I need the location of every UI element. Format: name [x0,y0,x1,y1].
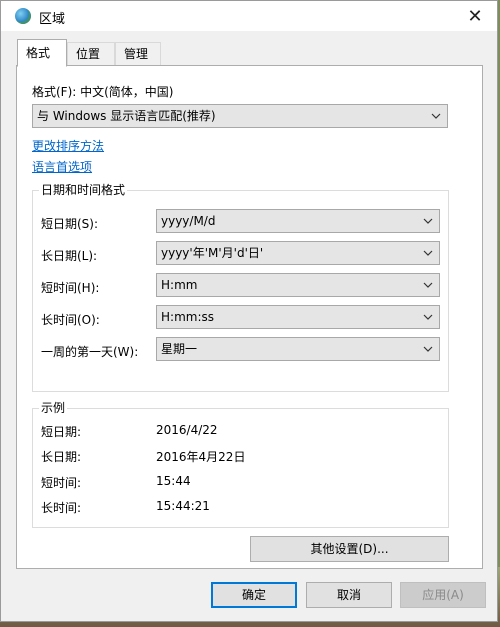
example-long-time-value: 15:44:21 [156,499,210,513]
tab-administrative[interactable]: 管理 [115,42,161,66]
close-button[interactable]: ✕ [453,1,497,31]
datetime-format-group: 日期和时间格式 短日期(S): yyyy/M/d 长日期(L): yyyy'年'… [32,183,449,392]
short-date-value: yyyy/M/d [161,214,216,228]
language-preferences-link[interactable]: 语言首选项 [32,158,92,175]
group-title: 示例 [39,401,68,415]
window-title: 区域 [39,12,66,27]
chevron-down-icon [423,274,433,296]
example-long-date-value: 2016年4月22日 [156,450,246,464]
long-date-select[interactable]: yyyy'年'M'月'd'日' [156,241,440,265]
group-title: 日期和时间格式 [39,183,128,197]
example-short-date-label: 短日期: [41,425,82,439]
tab-format[interactable]: 格式 [17,39,67,67]
additional-settings-button[interactable]: 其他设置(D)... [250,536,449,562]
short-date-label: 短日期(S): [41,217,99,231]
format-tab-panel: 格式(F): 中文(简体，中国) 与 Windows 显示语言匹配(推荐) 更改… [16,65,483,569]
format-label: 格式(F): 中文(简体，中国) [32,85,174,99]
example-long-time-label: 长时间: [41,501,82,515]
short-time-value: H:mm [161,278,198,292]
example-short-time-value: 15:44 [156,474,191,488]
tab-location[interactable]: 位置 [67,42,115,66]
long-date-label: 长日期(L): [41,249,98,263]
chevron-down-icon [431,105,441,127]
title-bar: 区域 ✕ [1,1,497,31]
apply-button[interactable]: 应用(A) [400,582,486,608]
change-sorting-method-link[interactable]: 更改排序方法 [32,137,104,154]
long-time-label: 长时间(O): [41,313,100,327]
first-day-of-week-value: 星期一 [161,342,198,356]
example-short-time-label: 短时间: [41,476,82,490]
short-time-select[interactable]: H:mm [156,273,440,297]
cancel-button[interactable]: 取消 [306,582,392,608]
short-date-select[interactable]: yyyy/M/d [156,209,440,233]
chevron-down-icon [423,210,433,232]
first-day-of-week-select[interactable]: 星期一 [156,337,440,361]
ok-button[interactable]: 确定 [211,582,297,608]
example-long-date-label: 长日期: [41,450,82,464]
region-dialog: 区域 ✕ 格式 位置 管理 格式(F): 中文(简体，中国) 与 Windows… [0,0,498,622]
chevron-down-icon [423,242,433,264]
close-icon: ✕ [467,5,483,27]
chevron-down-icon [423,306,433,328]
chevron-down-icon [423,338,433,360]
globe-icon [15,8,31,24]
long-time-select[interactable]: H:mm:ss [156,305,440,329]
examples-group: 示例 短日期: 2016/4/22 长日期: 2016年4月22日 短时间: 1… [32,401,449,528]
format-select[interactable]: 与 Windows 显示语言匹配(推荐) [32,104,448,128]
short-time-label: 短时间(H): [41,281,100,295]
long-time-value: H:mm:ss [161,310,214,324]
long-date-value: yyyy'年'M'月'd'日' [161,246,264,260]
format-select-value: 与 Windows 显示语言匹配(推荐) [37,109,216,123]
tab-label: 格式 [26,46,51,60]
example-short-date-value: 2016/4/22 [156,423,218,437]
tab-label: 管理 [124,47,149,61]
tab-label: 位置 [76,47,101,61]
first-day-of-week-label: 一周的第一天(W): [41,345,139,359]
